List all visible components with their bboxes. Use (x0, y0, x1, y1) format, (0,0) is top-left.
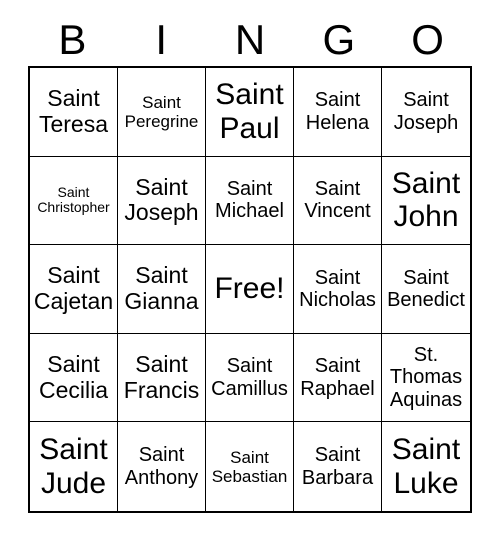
bingo-cell-label: Saint Camillus (211, 355, 288, 400)
bingo-cell-label: Saint Francis (123, 350, 200, 403)
bingo-cell[interactable]: Saint Teresa (30, 68, 118, 157)
bingo-free-space[interactable]: Free! (206, 245, 294, 334)
free-space-label: Free! (214, 272, 285, 306)
header-letter-o: O (411, 16, 444, 63)
bingo-cell-label: Saint Jude (39, 433, 108, 500)
bingo-cell[interactable]: Saint Camillus (206, 333, 294, 423)
bingo-cell[interactable]: Saint Francis (118, 333, 206, 423)
bingo-cell[interactable]: Saint Nicholas (294, 245, 382, 334)
bingo-cell-label: St. Thomas Aquinas (389, 344, 463, 411)
bingo-cell-label: Saint Helena (305, 89, 370, 134)
bingo-cell[interactable]: Saint Gianna (118, 245, 206, 334)
bingo-cell-label: Saint Paul (215, 78, 284, 145)
bingo-cell-label: Saint Barbara (301, 444, 374, 489)
bingo-cell[interactable]: St. Thomas Aquinas (382, 333, 470, 423)
bingo-cell[interactable]: Saint Christopher (30, 156, 118, 246)
bingo-cell[interactable]: Saint Cajetan (30, 245, 118, 334)
bingo-cell[interactable]: Saint Peregrine (118, 68, 206, 157)
bingo-cell[interactable]: Saint Luke (382, 422, 470, 511)
bingo-cell-label: Saint Cecilia (38, 350, 109, 403)
bingo-header: B I N G O (28, 14, 472, 66)
bingo-cell-label: Saint Sebastian (211, 447, 288, 486)
bingo-cell-label: Saint Benedict (387, 266, 465, 311)
bingo-cell-label: Saint Vincent (304, 178, 371, 223)
bingo-cell[interactable]: Saint John (382, 156, 470, 246)
bingo-cell-label: Saint Joseph (393, 89, 459, 134)
bingo-cell[interactable]: Saint Barbara (294, 422, 382, 511)
bingo-cell[interactable]: Saint Jude (30, 422, 118, 511)
bingo-cell[interactable]: Saint Joseph (382, 68, 470, 157)
bingo-cell-label: Saint Peregrine (124, 92, 199, 131)
bingo-cell[interactable]: Saint Benedict (382, 245, 470, 334)
bingo-cell[interactable]: Saint Cecilia (30, 333, 118, 423)
header-letter-n: N (234, 16, 266, 63)
bingo-cell[interactable]: Saint Helena (294, 68, 382, 157)
bingo-grid: Saint Teresa Saint Peregrine Saint Paul … (28, 66, 472, 513)
bingo-cell-label: Saint Gianna (124, 262, 199, 314)
bingo-cell-label: Saint Anthony (124, 444, 199, 489)
bingo-card: B I N G O Saint Teresa Saint Peregrine S… (0, 0, 500, 544)
bingo-cell[interactable]: Saint Sebastian (206, 422, 294, 511)
bingo-cell[interactable]: Saint Raphael (294, 333, 382, 423)
header-letter-i: I (155, 16, 168, 63)
bingo-cell[interactable]: Saint Joseph (118, 156, 206, 246)
bingo-cell-label: Saint Nicholas (299, 266, 376, 311)
bingo-cell-label: Saint Cajetan (33, 262, 114, 314)
header-letter-g: G (322, 16, 356, 63)
bingo-cell-label: Saint Joseph (124, 173, 199, 226)
bingo-cell[interactable]: Saint Vincent (294, 156, 382, 246)
bingo-cell-label: Saint Raphael (300, 355, 375, 400)
bingo-cell-label: Saint Teresa (38, 85, 109, 137)
header-letter-b: B (58, 16, 87, 63)
bingo-cell[interactable]: Saint Paul (206, 68, 294, 157)
bingo-cell-label: Saint Luke (391, 433, 461, 500)
bingo-cell[interactable]: Saint Anthony (118, 422, 206, 511)
bingo-cell-label: Saint Michael (215, 178, 284, 223)
bingo-cell[interactable]: Saint Michael (206, 156, 294, 246)
bingo-cell-label: Saint Christopher (37, 183, 110, 216)
bingo-cell-label: Saint John (391, 166, 461, 234)
